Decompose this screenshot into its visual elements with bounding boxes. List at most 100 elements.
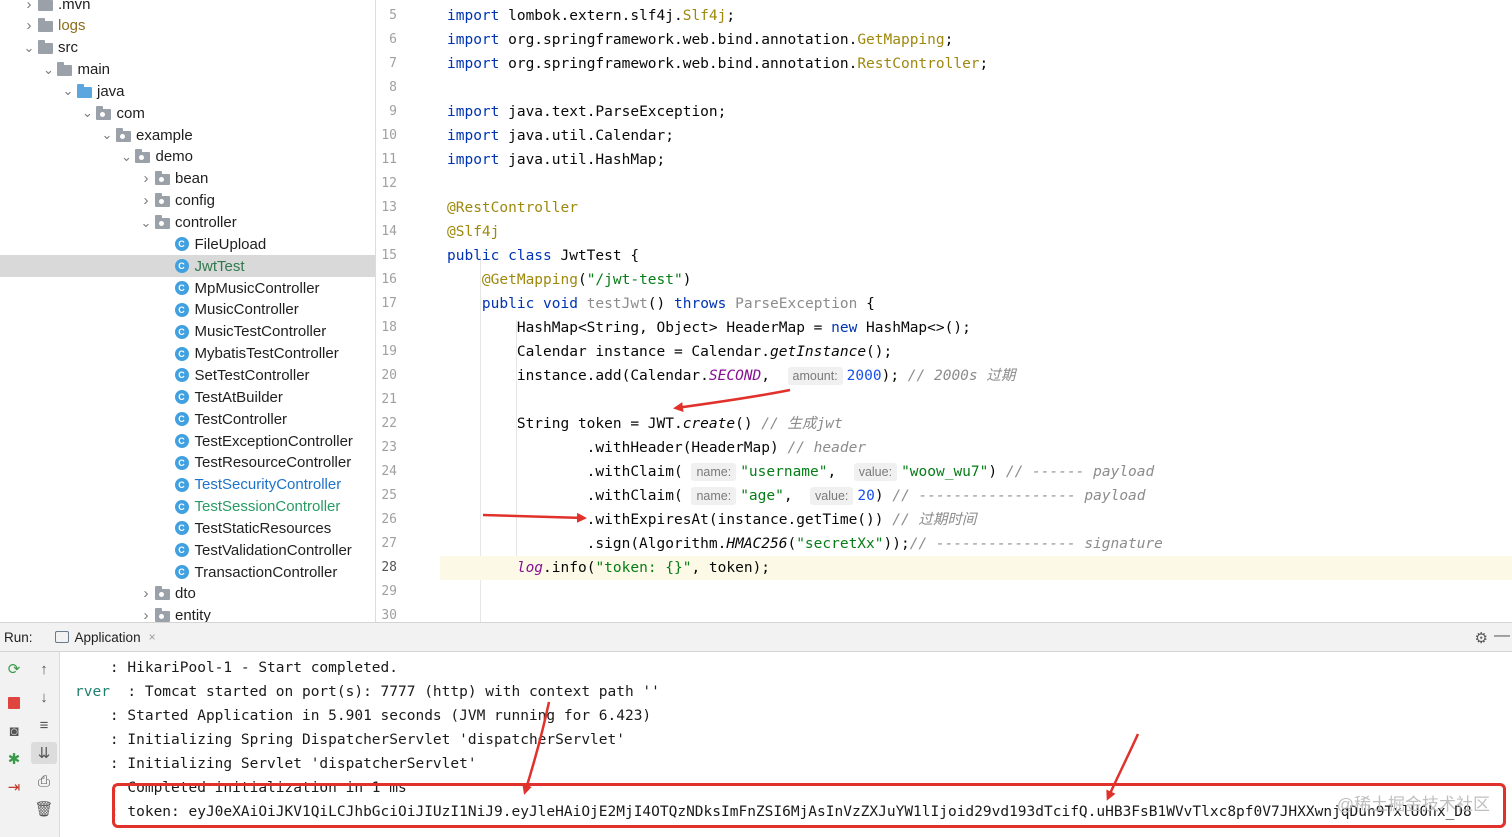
code-token: (: [787, 536, 797, 552]
tree-item-transactioncontroller[interactable]: C TransactionController: [0, 561, 375, 583]
chevron-right-icon[interactable]: ›: [22, 0, 36, 15]
code-line[interactable]: .withClaim( name: "age", value: 20) // ---…: [447, 484, 1146, 508]
rerun-icon[interactable]: ⟳: [3, 658, 25, 680]
code-line[interactable]: @RestController: [447, 196, 578, 220]
code-token: // ------ payload: [1005, 464, 1155, 480]
console-line: : Started Application in 5.901 seconds (…: [75, 704, 651, 728]
tree-item-teststaticresources[interactable]: C TestStaticResources: [0, 517, 375, 539]
chevron-down-icon[interactable]: ⌄: [42, 59, 56, 81]
code-line[interactable]: .sign(Algorithm.HMAC256("secretXx"));// …: [447, 532, 1163, 556]
close-icon[interactable]: ×: [149, 630, 156, 644]
tree-item-main[interactable]: ⌄ main: [0, 59, 375, 81]
up-arrow-icon[interactable]: ↑: [33, 658, 55, 680]
tree-item-testresourcecontroller[interactable]: C TestResourceController: [0, 452, 375, 474]
tree-item-src[interactable]: ⌄ src: [0, 37, 375, 59]
code-editor[interactable]: import lombok.extern.slf4j.Slf4j; import …: [440, 0, 1512, 622]
tree-item-testatbuilder[interactable]: C TestAtBuilder: [0, 386, 375, 408]
chevron-right-icon[interactable]: ›: [22, 15, 36, 37]
code-token: import: [447, 128, 500, 144]
run-tab-application[interactable]: Application ×: [54, 630, 156, 645]
code-line[interactable]: log.info("token: {}", token);: [447, 556, 770, 580]
code-token: {: [857, 296, 875, 312]
down-arrow-icon[interactable]: ↓: [33, 686, 55, 708]
tree-item-dto[interactable]: › dto: [0, 583, 375, 605]
code-line[interactable]: String token = JWT.create() // 生成jwt: [447, 412, 843, 436]
tree-item-testsessioncontroller[interactable]: C TestSessionController: [0, 496, 375, 518]
code-line[interactable]: import lombok.extern.slf4j.Slf4j;: [447, 4, 735, 28]
code-line[interactable]: HashMap<String, Object> HeaderMap = new …: [447, 316, 971, 340]
code-token: , token);: [691, 560, 771, 576]
tree-item-testvalidationcontroller[interactable]: C TestValidationController: [0, 539, 375, 561]
exit-icon[interactable]: ⇥: [3, 776, 25, 798]
tree-item-example[interactable]: ⌄ example: [0, 124, 375, 146]
tree-item-fileupload[interactable]: C FileUpload: [0, 233, 375, 255]
tree-item-controller[interactable]: ⌄ controller: [0, 212, 375, 234]
tree-item-config[interactable]: › config: [0, 190, 375, 212]
package-icon: [153, 168, 171, 190]
console-output[interactable]: : HikariPool-1 - Start completed. rver : …: [61, 652, 1512, 837]
minimize-icon[interactable]: —: [1494, 627, 1510, 645]
chevron-down-icon[interactable]: ⌄: [22, 37, 36, 59]
code-line[interactable]: .withExpiresAt(instance.getTime()) // 过期…: [447, 508, 977, 532]
package-icon: [134, 146, 152, 168]
class-icon: C: [173, 496, 191, 518]
code-line[interactable]: public void testJwt() throws ParseExcept…: [447, 292, 875, 316]
stop-icon[interactable]: [3, 692, 25, 714]
code-line[interactable]: import org.springframework.web.bind.anno…: [447, 52, 988, 76]
tree-item-mpmusiccontroller[interactable]: C MpMusicController: [0, 277, 375, 299]
folder-icon: [36, 15, 54, 37]
code-line[interactable]: .withHeader(HeaderMap) // header: [447, 436, 866, 460]
code-line[interactable]: public class JwtTest {: [447, 244, 639, 268]
line-number: 25: [381, 488, 397, 503]
tree-item-settestcontroller[interactable]: C SetTestController: [0, 364, 375, 386]
code-line[interactable]: Calendar instance = Calendar.getInstance…: [447, 340, 892, 364]
tree-item-label: TestAtBuilder: [194, 388, 283, 406]
code-line[interactable]: @GetMapping("/jwt-test"): [447, 268, 692, 292]
chevron-down-icon[interactable]: ⌄: [100, 124, 114, 146]
tree-item-mybatistestcontroller[interactable]: C MybatisTestController: [0, 343, 375, 365]
chevron-down-icon[interactable]: ⌄: [61, 80, 75, 102]
tree-item-testcontroller[interactable]: C TestController: [0, 408, 375, 430]
trash-icon[interactable]: 🗑: [33, 798, 55, 820]
chevron-right-icon[interactable]: ›: [139, 583, 153, 605]
tree-item-demo[interactable]: ⌄ demo: [0, 146, 375, 168]
code-line[interactable]: .withClaim( name: "username", value: "woow…: [447, 460, 1154, 484]
tree-item-testexceptioncontroller[interactable]: C TestExceptionController: [0, 430, 375, 452]
code-token: import: [447, 32, 500, 48]
tree-item-musiccontroller[interactable]: C MusicController: [0, 299, 375, 321]
code-line[interactable]: import java.text.ParseException;: [447, 100, 726, 124]
scroll-to-end-icon[interactable]: ⇊: [31, 742, 57, 764]
code-token: testJwt: [586, 296, 648, 312]
soft-wrap-icon[interactable]: ≡: [33, 714, 55, 736]
tree-item-label: TestController: [194, 410, 288, 428]
chevron-right-icon[interactable]: ›: [139, 605, 153, 622]
tree-item-entity[interactable]: › entity: [0, 605, 375, 622]
chevron-down-icon[interactable]: ⌄: [120, 146, 134, 168]
code-line[interactable]: @Slf4j: [447, 220, 499, 244]
print-icon[interactable]: ⎙: [33, 770, 55, 792]
code-line[interactable]: import org.springframework.web.bind.anno…: [447, 28, 953, 52]
screenshot-icon[interactable]: ◙: [3, 720, 25, 742]
tree-item-testsecuritycontroller[interactable]: C TestSecurityController: [0, 474, 375, 496]
line-number: 7: [389, 56, 397, 71]
gear-icon[interactable]: ⚙: [1475, 629, 1488, 647]
class-icon: C: [173, 452, 191, 474]
package-icon: [153, 605, 171, 622]
code-token: org.springframework.web.bind.annotation.: [499, 56, 858, 72]
debug-bug-icon[interactable]: ✱: [3, 748, 25, 770]
tree-item-musictestcontroller[interactable]: C MusicTestController: [0, 321, 375, 343]
tree-item-java[interactable]: ⌄ java: [0, 80, 375, 102]
chevron-right-icon[interactable]: ›: [139, 190, 153, 212]
tree-item-logs[interactable]: › logs: [0, 15, 375, 37]
chevron-down-icon[interactable]: ⌄: [139, 212, 153, 234]
tree-item-mvn[interactable]: › .mvn: [0, 0, 375, 15]
code-line[interactable]: import java.util.HashMap;: [447, 148, 665, 172]
code-line[interactable]: import java.util.Calendar;: [447, 124, 674, 148]
tree-item-bean[interactable]: › bean: [0, 168, 375, 190]
tree-item-jwttest[interactable]: C JwtTest: [0, 255, 375, 278]
chevron-right-icon[interactable]: ›: [139, 168, 153, 190]
tree-item-com[interactable]: ⌄ com: [0, 102, 375, 124]
chevron-down-icon[interactable]: ⌄: [81, 102, 95, 124]
code-line[interactable]: instance.add(Calendar.SECOND, amount: 200…: [447, 364, 1015, 388]
